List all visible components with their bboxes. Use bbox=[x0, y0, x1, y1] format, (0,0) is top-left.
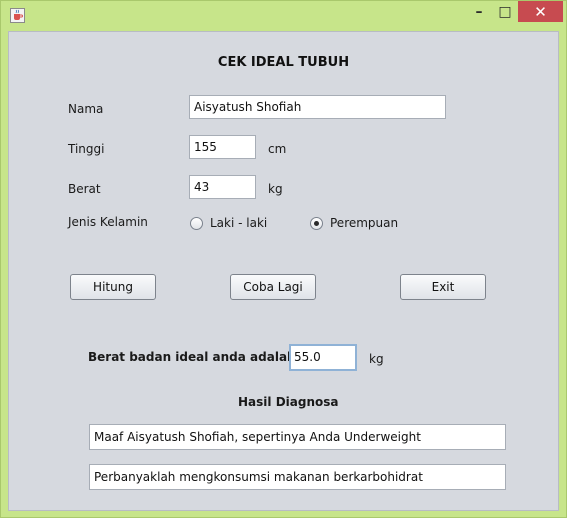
ideal-weight-field[interactable]: 55.0 bbox=[289, 344, 357, 371]
minimize-icon: – bbox=[475, 4, 483, 20]
diagnosa-title: Hasil Diagnosa bbox=[238, 395, 339, 409]
hitung-button-label: Hitung bbox=[93, 280, 133, 294]
berat-field[interactable]: 43 bbox=[189, 175, 256, 199]
berat-label: Berat bbox=[68, 182, 101, 196]
radio-perempuan[interactable] bbox=[310, 217, 323, 230]
ideal-weight-label: Berat badan ideal anda adalah bbox=[88, 350, 296, 364]
close-icon: ✕ bbox=[534, 2, 547, 21]
radio-selected-dot bbox=[314, 221, 319, 226]
coba-lagi-button[interactable]: Coba Lagi bbox=[230, 274, 316, 300]
maximize-button[interactable]: □ bbox=[493, 2, 517, 22]
berat-unit: kg bbox=[268, 182, 283, 196]
page-title: CEK IDEAL TUBUH bbox=[217, 55, 350, 70]
nama-label: Nama bbox=[68, 102, 104, 116]
radio-laki-laki-label[interactable]: Laki - laki bbox=[210, 216, 267, 230]
hitung-button[interactable]: Hitung bbox=[70, 274, 156, 300]
nama-field[interactable]: Aisyatush Shofiah bbox=[189, 95, 446, 119]
radio-laki-laki[interactable] bbox=[190, 217, 203, 230]
tinggi-field[interactable]: 155 bbox=[189, 135, 256, 159]
title-bar[interactable]: – □ ✕ bbox=[0, 0, 567, 30]
java-cup-icon bbox=[10, 8, 25, 23]
tinggi-label: Tinggi bbox=[68, 142, 105, 156]
maximize-icon: □ bbox=[498, 4, 512, 20]
exit-button-label: Exit bbox=[431, 280, 455, 294]
close-button[interactable]: ✕ bbox=[518, 1, 563, 22]
exit-button[interactable]: Exit bbox=[400, 274, 486, 300]
gender-label: Jenis Kelamin bbox=[68, 215, 148, 229]
radio-perempuan-label[interactable]: Perempuan bbox=[330, 216, 398, 230]
coba-lagi-button-label: Coba Lagi bbox=[243, 280, 303, 294]
ideal-weight-unit: kg bbox=[369, 352, 384, 366]
tinggi-unit: cm bbox=[268, 142, 287, 156]
diagnosa-field-1[interactable]: Maaf Aisyatush Shofiah, sepertinya Anda … bbox=[89, 424, 506, 450]
minimize-button[interactable]: – bbox=[466, 2, 492, 22]
diagnosa-field-2[interactable]: Perbanyaklah mengkonsumsi makanan berkar… bbox=[89, 464, 506, 490]
